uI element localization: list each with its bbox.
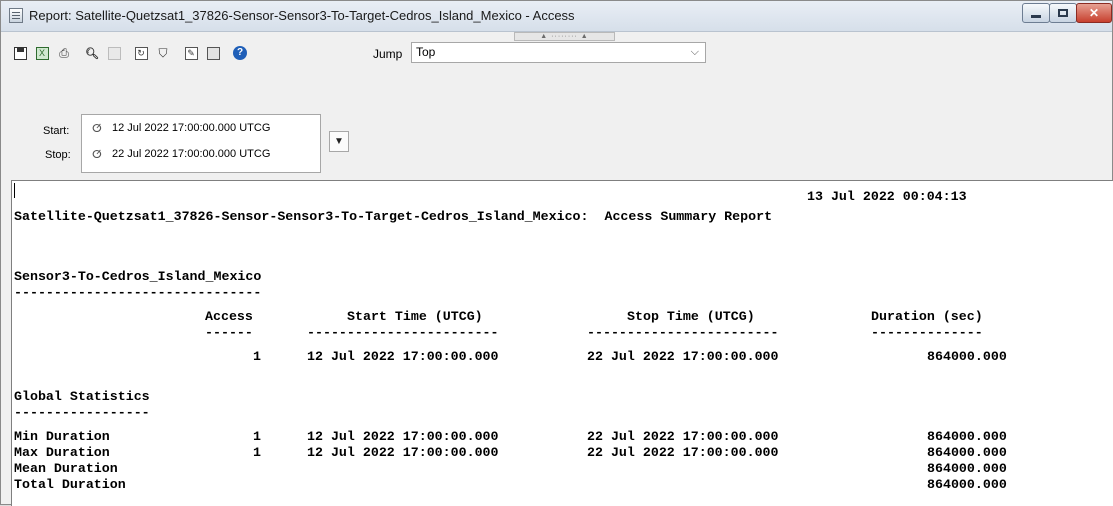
refresh-icon: ↻ <box>134 46 148 60</box>
maximize-icon <box>1058 9 1068 17</box>
global-stats-underline: ----------------- <box>14 405 150 420</box>
close-icon: ✕ <box>1088 6 1100 20</box>
report-text-area[interactable]: 13 Jul 2022 00:04:13 Satellite-Quetzsat1… <box>11 180 1113 506</box>
clock-icon: ⵚ <box>92 149 102 161</box>
stat-duration: 864000.000 <box>927 461 1007 476</box>
row-duration: 864000.000 <box>927 349 1007 364</box>
start-time-field[interactable]: ⵚ 12 Jul 2022 17:00:00.000 UTCG <box>82 119 320 139</box>
export-excel-button[interactable]: X <box>33 44 51 62</box>
report-manager-icon <box>206 46 220 60</box>
stat-label: Mean Duration <box>14 461 118 476</box>
col-underline-access: ------ <box>205 325 253 340</box>
filter-button[interactable]: ⛉ <box>154 44 172 62</box>
splitter-grip[interactable]: ▲ ········ ▲ <box>514 32 615 41</box>
stat-label: Total Duration <box>14 477 126 492</box>
row-stop: 22 Jul 2022 17:00:00.000 <box>587 349 779 364</box>
stat-start: 12 Jul 2022 17:00:00.000 <box>307 429 499 444</box>
stat-access: 1 <box>253 429 261 444</box>
jump-value: Top <box>416 45 436 59</box>
stat-start: 12 Jul 2022 17:00:00.000 <box>307 445 499 460</box>
col-header-duration: Duration (sec) <box>871 309 983 324</box>
save-button[interactable] <box>11 44 29 62</box>
filter-icon: ⛉ <box>158 45 168 60</box>
close-button[interactable]: ✕ <box>1076 3 1112 23</box>
report-timestamp: 13 Jul 2022 00:04:13 <box>807 189 967 204</box>
copy-button[interactable] <box>105 44 123 62</box>
report-title: Satellite-Quetzsat1_37826-Sensor-Sensor3… <box>14 209 773 224</box>
triangle-down-icon: ▼ <box>334 136 344 147</box>
stat-label: Max Duration <box>14 445 110 460</box>
col-header-access: Access <box>205 309 253 324</box>
copy-icon <box>107 46 121 60</box>
col-header-stop: Stop Time (UTCG) <box>627 309 755 324</box>
col-underline-duration: -------------- <box>871 325 983 340</box>
stop-label: Stop: <box>45 149 71 161</box>
text-cursor <box>14 183 15 198</box>
minimize-icon <box>1031 14 1041 18</box>
help-icon: ? <box>233 46 247 60</box>
col-underline-start: ------------------------ <box>307 325 499 340</box>
time-period-dropdown-button[interactable]: ▼ <box>329 131 349 152</box>
print-button[interactable]: ⎙ <box>55 44 73 62</box>
maximize-button[interactable] <box>1049 3 1077 23</box>
stat-access: 1 <box>253 445 261 460</box>
title-bar[interactable]: Report: Satellite-Quetzsat1_37826-Sensor… <box>1 1 1112 32</box>
report-app-icon <box>9 8 23 23</box>
report-manager-button[interactable] <box>204 44 222 62</box>
col-header-start: Start Time (UTCG) <box>347 309 483 324</box>
start-label: Start: <box>43 125 70 137</box>
stat-stop: 22 Jul 2022 17:00:00.000 <box>587 445 779 460</box>
stat-label: Min Duration <box>14 429 110 444</box>
find-button[interactable]: 🔍︎ <box>83 44 101 62</box>
stat-stop: 22 Jul 2022 17:00:00.000 <box>587 429 779 444</box>
chevron-down-icon: ⌵ <box>690 46 699 58</box>
style-icon: ✎ <box>184 46 198 60</box>
stop-time-value: 22 Jul 2022 17:00:00.000 UTCG <box>112 148 271 160</box>
stop-time-field[interactable]: ⵚ 22 Jul 2022 17:00:00.000 UTCG <box>82 145 320 165</box>
stat-duration: 864000.000 <box>927 429 1007 444</box>
clock-icon: ⵚ <box>92 123 102 135</box>
print-icon: ⎙ <box>59 45 69 60</box>
refresh-button[interactable]: ↻ <box>132 44 150 62</box>
stat-duration: 864000.000 <box>927 445 1007 460</box>
time-period-box[interactable]: ⵚ 12 Jul 2022 17:00:00.000 UTCG ⵚ 22 Jul… <box>81 114 321 173</box>
section-name: Sensor3-To-Cedros_Island_Mexico <box>14 269 262 284</box>
style-button[interactable]: ✎ <box>182 44 200 62</box>
minimize-button[interactable] <box>1022 3 1050 23</box>
col-underline-stop: ------------------------ <box>587 325 779 340</box>
stat-duration: 864000.000 <box>927 477 1007 492</box>
jump-select[interactable]: Top ⌵ <box>411 42 706 63</box>
section-underline: ------------------------------- <box>14 285 262 300</box>
report-window: Report: Satellite-Quetzsat1_37826-Sensor… <box>0 0 1113 506</box>
global-stats-title: Global Statistics <box>14 389 150 404</box>
start-time-value: 12 Jul 2022 17:00:00.000 UTCG <box>112 122 271 134</box>
save-icon <box>13 46 27 60</box>
find-icon: 🔍︎ <box>85 47 99 60</box>
excel-icon: X <box>35 46 49 60</box>
row-access: 1 <box>253 349 261 364</box>
window-title: Report: Satellite-Quetzsat1_37826-Sensor… <box>29 8 575 23</box>
jump-label: Jump <box>373 47 403 61</box>
help-button[interactable]: ? <box>231 44 249 62</box>
row-start: 12 Jul 2022 17:00:00.000 <box>307 349 499 364</box>
